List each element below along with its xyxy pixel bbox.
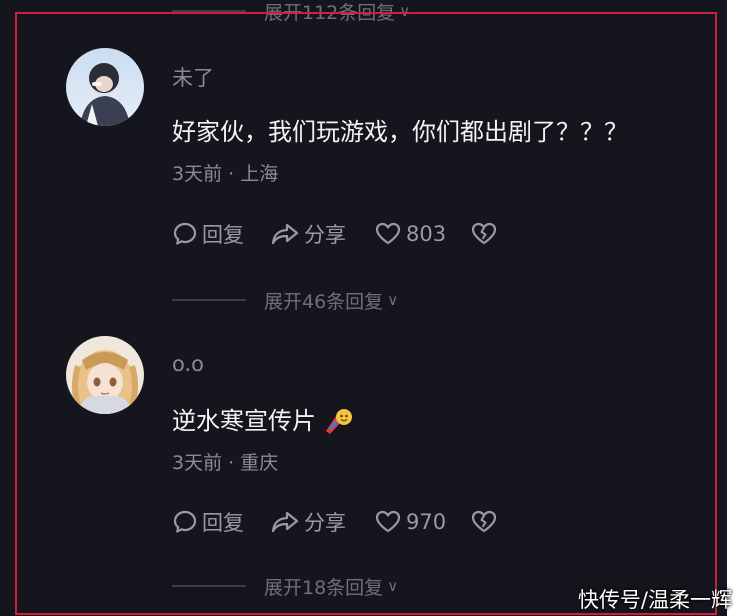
reply-label: 回复 xyxy=(202,223,244,247)
comment-text: 好家伙，我们玩游戏，你们都出剧了？？？ xyxy=(172,118,628,146)
dislike-button[interactable] xyxy=(470,221,498,247)
broken-heart-icon xyxy=(471,510,497,533)
comment-text-content: 逆水寒宣传片 xyxy=(172,407,316,435)
expand-replies-label: 展开18条回复 xyxy=(264,576,384,599)
expand-replies[interactable]: 展开18条回复 ∨ xyxy=(172,573,398,599)
comment-text: 逆水寒宣传片 xyxy=(172,401,354,437)
like-count: 803 xyxy=(406,222,447,246)
comment-meta: 3天前 · 重庆 xyxy=(172,452,279,474)
avatar[interactable] xyxy=(66,336,144,414)
chevron-down-icon: ∨ xyxy=(387,577,399,595)
broken-heart-icon xyxy=(471,222,497,245)
share-label: 分享 xyxy=(304,223,346,247)
dislike-button[interactable] xyxy=(470,509,498,535)
gift-emoji-icon xyxy=(326,409,352,434)
share-icon xyxy=(271,511,299,533)
heart-icon xyxy=(375,510,401,533)
chevron-down-icon: ∨ xyxy=(399,2,411,20)
comment-actions: 回复 分享 803 xyxy=(172,217,498,251)
comment-meta: 3天前 · 上海 xyxy=(172,163,279,185)
reply-label: 回复 xyxy=(202,511,244,535)
like-button[interactable]: 970 xyxy=(374,509,446,535)
share-button[interactable]: 分享 xyxy=(270,219,346,249)
expand-replies[interactable]: 展开46条回复 ∨ xyxy=(172,287,398,313)
username[interactable]: 未了 xyxy=(172,62,214,92)
comment-list: 展开112条回复 ∨ 未了 好家伙，我们玩游戏，你们都出剧了？？？ 3天前 · … xyxy=(0,0,727,616)
expand-replies-top[interactable]: 展开112条回复 ∨ xyxy=(172,0,410,24)
comment-icon xyxy=(173,222,197,245)
share-label: 分享 xyxy=(304,511,346,535)
divider-line xyxy=(172,10,246,12)
like-button[interactable]: 803 xyxy=(374,221,446,247)
screen: 展开112条回复 ∨ 未了 好家伙，我们玩游戏，你们都出剧了？？？ 3天前 · … xyxy=(0,0,738,616)
avatar[interactable] xyxy=(66,48,144,126)
comment-icon xyxy=(173,510,197,533)
comment-actions: 回复 分享 970 xyxy=(172,505,498,539)
reply-button[interactable]: 回复 xyxy=(172,219,244,249)
heart-icon xyxy=(375,222,401,245)
share-button[interactable]: 分享 xyxy=(270,507,346,537)
divider-line xyxy=(172,299,246,301)
chevron-down-icon: ∨ xyxy=(387,291,399,309)
reply-button[interactable]: 回复 xyxy=(172,507,244,537)
watermark: 快传号/温柔一辉 xyxy=(577,588,732,612)
username[interactable]: o.o xyxy=(172,352,204,376)
expand-replies-label: 展开46条回复 xyxy=(264,290,384,313)
divider-line xyxy=(172,585,246,587)
share-icon xyxy=(271,223,299,245)
like-count: 970 xyxy=(406,510,447,534)
expand-replies-label: 展开112条回复 xyxy=(264,1,396,24)
